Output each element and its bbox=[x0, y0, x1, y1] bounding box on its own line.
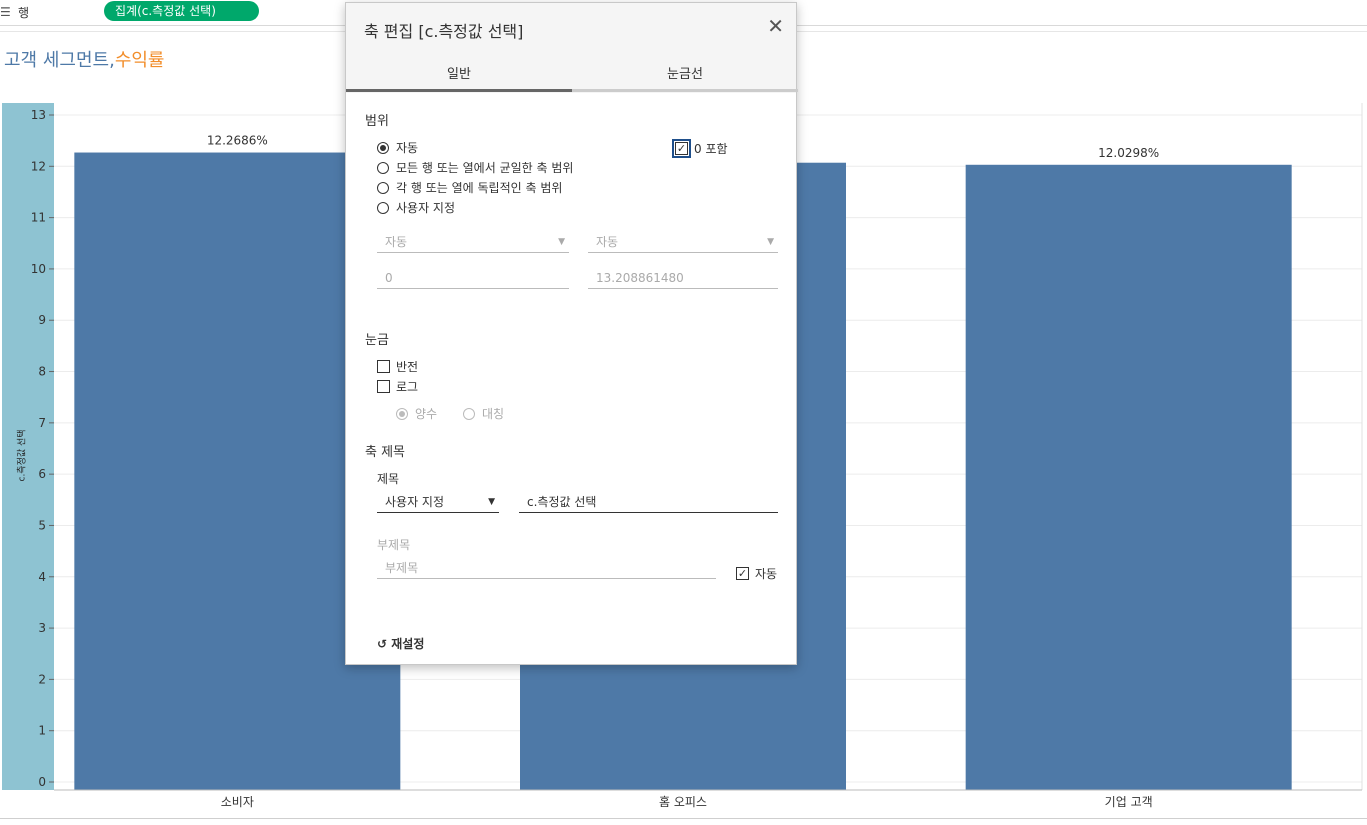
y-tick-label: 0 bbox=[38, 775, 46, 789]
y-tick-label: 6 bbox=[38, 467, 46, 481]
check-icon[interactable]: ✓ bbox=[672, 139, 691, 158]
radio-icon[interactable] bbox=[377, 141, 389, 154]
y-tick-label: 12 bbox=[31, 159, 46, 173]
bar-data-label: 12.2686% bbox=[207, 134, 268, 148]
checkbox-icon[interactable] bbox=[377, 380, 390, 393]
range-max-mode-select[interactable]: 자동 ▼ bbox=[588, 231, 778, 253]
radio-icon[interactable] bbox=[463, 407, 475, 420]
reset-label: 재설정 bbox=[391, 637, 425, 651]
x-category-label: 기업 고객 bbox=[1105, 795, 1153, 809]
reversed-checkbox[interactable]: 반전 bbox=[377, 358, 418, 375]
range-min-mode-select[interactable]: 자동 ▼ bbox=[377, 231, 569, 253]
range-max-input[interactable]: 13.208861480 bbox=[588, 267, 778, 289]
y-tick-label: 2 bbox=[38, 672, 46, 686]
title-label: 제목 bbox=[377, 472, 400, 486]
log-symmetric-label: 대칭 bbox=[482, 407, 505, 421]
range-heading: 범위 bbox=[365, 114, 389, 129]
subtitle-label: 부제목 bbox=[377, 538, 411, 552]
check-icon[interactable]: ✓ bbox=[736, 567, 749, 580]
y-tick-label: 13 bbox=[31, 108, 46, 122]
tab-bar bbox=[572, 89, 798, 92]
bar-data-label: 12.0298% bbox=[1098, 146, 1159, 160]
chevron-down-icon: ▼ bbox=[767, 237, 774, 247]
log-positive-option[interactable]: 양수 bbox=[396, 405, 437, 422]
log-symmetric-option[interactable]: 대칭 bbox=[463, 405, 504, 422]
range-max-mode-value: 자동 bbox=[596, 235, 619, 249]
bottom-divider bbox=[0, 818, 1367, 819]
y-tick-label: 9 bbox=[38, 313, 46, 327]
close-icon[interactable]: ✕ bbox=[767, 14, 784, 38]
range-option-label: 사용자 지정 bbox=[396, 201, 456, 215]
range-min-input[interactable]: 0 bbox=[377, 267, 569, 289]
title-mode-value: 사용자 지정 bbox=[385, 495, 445, 509]
y-tick-label: 1 bbox=[38, 724, 46, 738]
scale-heading: 눈금 bbox=[365, 333, 389, 348]
range-min-mode-value: 자동 bbox=[385, 235, 408, 249]
reset-button[interactable]: ↺ 재설정 bbox=[377, 635, 424, 652]
range-option-uniform[interactable]: 모든 행 또는 열에서 균일한 축 범위 bbox=[377, 159, 573, 176]
log-positive-label: 양수 bbox=[415, 407, 438, 421]
undo-icon: ↺ bbox=[377, 637, 388, 651]
title-mode-select[interactable]: 사용자 지정 ▼ bbox=[377, 491, 499, 513]
subtitle-auto-label: 자동 bbox=[755, 567, 778, 581]
dialog-title: 축 편집 [c.측정값 선택] bbox=[364, 22, 524, 41]
bar-3[interactable] bbox=[965, 164, 1292, 791]
dialog-header: 축 편집 [c.측정값 선택] ✕ 일반 눈금선 bbox=[346, 3, 798, 93]
range-option-custom[interactable]: 사용자 지정 bbox=[377, 199, 455, 216]
title-input[interactable]: c.측정값 선택 bbox=[519, 491, 778, 513]
range-option-label: 자동 bbox=[396, 141, 419, 155]
y-tick-label: 10 bbox=[31, 262, 46, 276]
range-option-label: 모든 행 또는 열에서 균일한 축 범위 bbox=[396, 161, 574, 175]
subtitle-input[interactable]: 부제목 bbox=[377, 557, 716, 579]
reversed-label: 반전 bbox=[396, 360, 419, 374]
radio-icon[interactable] bbox=[377, 161, 389, 174]
y-tick-label: 3 bbox=[38, 621, 46, 635]
y-tick-label: 8 bbox=[38, 365, 46, 379]
log-label: 로그 bbox=[396, 380, 419, 394]
y-tick-label: 7 bbox=[38, 416, 46, 430]
range-option-auto[interactable]: 자동 bbox=[377, 139, 418, 156]
chevron-down-icon: ▼ bbox=[488, 497, 495, 507]
range-option-label: 각 행 또는 열에 독립적인 축 범위 bbox=[396, 181, 563, 195]
axis-title-heading: 축 제목 bbox=[365, 445, 406, 460]
tab-general[interactable]: 일반 bbox=[346, 63, 572, 82]
y-tick-label: 5 bbox=[38, 518, 46, 532]
y-tick-label: 11 bbox=[31, 211, 46, 225]
range-option-independent[interactable]: 각 행 또는 열에 독립적인 축 범위 bbox=[377, 179, 562, 196]
radio-icon[interactable] bbox=[377, 181, 389, 194]
chevron-down-icon: ▼ bbox=[558, 237, 565, 247]
log-checkbox[interactable]: 로그 bbox=[377, 378, 418, 395]
tab-gridlines[interactable]: 눈금선 bbox=[572, 63, 798, 82]
edit-axis-dialog: 축 편집 [c.측정값 선택] ✕ 일반 눈금선 범위 자동 모든 행 또는 열… bbox=[345, 2, 798, 665]
y-tick-label: 4 bbox=[38, 570, 46, 584]
x-category-label: 소비자 bbox=[221, 795, 254, 809]
radio-icon[interactable] bbox=[396, 407, 408, 420]
checkbox-icon[interactable] bbox=[377, 360, 390, 373]
tab-general-indicator bbox=[346, 89, 572, 92]
include-zero-checkbox[interactable]: ✓ 0 포함 bbox=[672, 139, 728, 158]
radio-icon[interactable] bbox=[377, 201, 389, 214]
x-category-label: 홈 오피스 bbox=[659, 795, 707, 809]
include-zero-label: 0 포함 bbox=[694, 142, 728, 156]
subtitle-auto-checkbox[interactable]: ✓ 자동 bbox=[736, 565, 777, 582]
